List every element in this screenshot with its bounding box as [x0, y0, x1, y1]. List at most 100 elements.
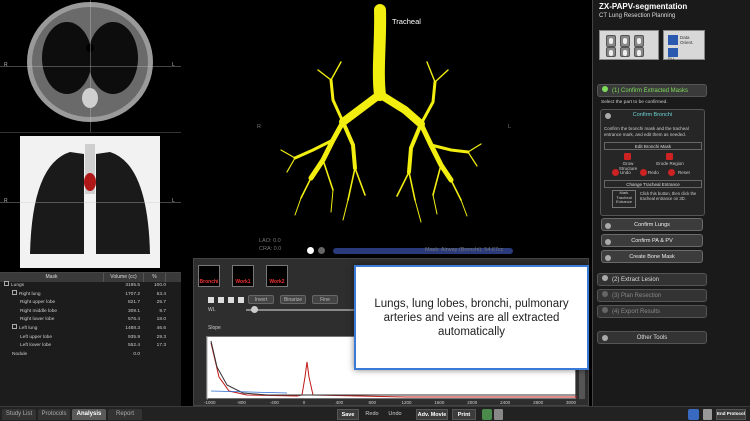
- mask-percent: 9.7: [159, 308, 166, 314]
- grow-structure-icon[interactable]: [624, 153, 631, 160]
- view-layout-icons[interactable]: [599, 30, 659, 60]
- section-plan-resection[interactable]: (3) Plan Resection: [597, 289, 707, 302]
- redo-button[interactable]: Redo: [362, 409, 382, 420]
- slope-label: Slope: [208, 325, 221, 331]
- mask-percent: 18.0: [156, 317, 166, 323]
- reset-icon[interactable]: [668, 169, 675, 176]
- layout-icon[interactable]: [688, 409, 699, 420]
- table-row[interactable]: Right lung 1707.2 53.4: [0, 289, 181, 300]
- mark-entrance-button[interactable]: Mark Tracheal Entrance: [612, 190, 636, 208]
- head-front-icon[interactable]: [606, 47, 616, 57]
- table-row[interactable]: Nodule 0.0: [0, 351, 181, 360]
- screenshot-icon[interactable]: [482, 409, 492, 420]
- confirm-pa-pv-button[interactable]: Confirm PA & PV: [601, 234, 703, 247]
- thumb-bronchi[interactable]: Bronchi: [198, 265, 220, 287]
- x-tick-label: 2000: [467, 400, 478, 405]
- mask-volume: 576.4: [127, 317, 140, 323]
- col-mask: Mask: [0, 273, 104, 282]
- airway-tree-render: [280, 4, 482, 223]
- wl-slider-thumb[interactable]: [251, 306, 258, 313]
- create-bone-mask-button[interactable]: Create Bone Mask: [601, 250, 703, 263]
- mask-volume: 552.4: [127, 343, 140, 349]
- fine-button[interactable]: Fine: [312, 295, 338, 304]
- table-row[interactable]: Left upper lobe 935.9 29.3: [0, 334, 181, 343]
- x-tick-label: 3000: [566, 400, 577, 405]
- settings-icon[interactable]: [703, 409, 712, 420]
- tab-protocols[interactable]: Protocols: [38, 409, 70, 420]
- section-bullet-icon: [602, 86, 608, 93]
- tool-icon-3[interactable]: [228, 297, 234, 303]
- table-row[interactable]: Left lower lobe 552.4 17.3: [0, 342, 181, 351]
- tab-report[interactable]: Report: [108, 409, 142, 420]
- body-side-icon[interactable]: [620, 35, 630, 47]
- mask-volume: 1488.3: [125, 325, 140, 331]
- app-title: ZX-PAPV-segmentation: [599, 2, 688, 11]
- mask-name-cell: Right lung: [0, 289, 112, 300]
- confirm-lungs-button[interactable]: Confirm Lungs: [601, 218, 703, 231]
- save-button[interactable]: Save: [337, 409, 359, 420]
- reset-label[interactable]: Reset: [678, 170, 690, 175]
- tab-analysis[interactable]: Analysis: [72, 409, 106, 420]
- mask-percent: 100.0: [153, 283, 166, 288]
- undo-label[interactable]: Undo: [620, 170, 631, 175]
- tool-icon-1[interactable]: [208, 297, 214, 303]
- bone-bullet-icon: [605, 255, 611, 261]
- mask-table-body: Lungs 3195.5 100.0 Right lung 1707.2 53.4 Righ…: [0, 281, 181, 360]
- head-back-icon[interactable]: [634, 47, 644, 57]
- table-row[interactable]: Left lung 1488.3 46.6: [0, 324, 181, 334]
- mask-percent: 17.3: [156, 343, 166, 349]
- table-row[interactable]: Right middle lobe 309.1 9.7: [0, 308, 181, 317]
- invert-button[interactable]: Invert: [248, 295, 274, 304]
- redo-icon[interactable]: [640, 169, 647, 176]
- orient-icons[interactable]: Data Orient. FILL: [663, 30, 705, 61]
- section-confirm-masks[interactable]: (1) Confirm Extracted Masks: [597, 84, 707, 97]
- thumb-work2[interactable]: Work2: [266, 265, 288, 287]
- 3d-airway-view[interactable]: Tracheal R L LAO: 0.0 CRA: 0.0 Mask: Air…: [183, 0, 589, 256]
- head-side-icon[interactable]: [620, 47, 630, 57]
- erode-region-icon[interactable]: [666, 153, 673, 160]
- coronal-l-label: L: [172, 198, 175, 204]
- end-protocol-button[interactable]: End Protocol: [716, 409, 746, 420]
- trash-icon[interactable]: [494, 409, 503, 420]
- tool-icon-2[interactable]: [218, 297, 224, 303]
- confirm-bronchi-button[interactable]: Confirm Bronchi: [603, 110, 702, 121]
- thumb-work1[interactable]: Work1: [232, 265, 254, 287]
- section-export-results[interactable]: (4) Export Results: [597, 305, 707, 318]
- mask-table[interactable]: Mask Volume (cc) % Lungs 3195.5 100.0 Right…: [0, 272, 181, 406]
- mask-name: Right upper lobe: [20, 300, 56, 306]
- tab-study-list[interactable]: Study List: [2, 409, 36, 420]
- body-back-icon[interactable]: [634, 35, 644, 47]
- adv-movie-button[interactable]: Adv. Movie: [416, 409, 448, 420]
- wl-slider[interactable]: [246, 309, 356, 311]
- table-row[interactable]: Right lower lobe 576.4 18.0: [0, 316, 181, 325]
- axial-l-label: L: [172, 62, 175, 68]
- mask-name: Left upper lobe: [20, 334, 53, 340]
- fill-icon[interactable]: [668, 48, 678, 57]
- other-tools-button[interactable]: Other Tools: [597, 331, 707, 344]
- undo-icon[interactable]: [612, 169, 619, 176]
- print-button[interactable]: Print: [452, 409, 476, 420]
- view-dot[interactable]: [318, 247, 325, 254]
- section-extract-lesion[interactable]: (2) Extract Lesion: [597, 273, 707, 286]
- undo-button[interactable]: Undo: [384, 409, 406, 420]
- x-tick-label: 2400: [500, 400, 511, 405]
- expand-toggle-icon[interactable]: [12, 324, 17, 330]
- x-tick-label: 2800: [533, 400, 544, 405]
- mask-name: Right lung: [19, 291, 41, 297]
- section-extract-lesion-label: (2) Extract Lesion: [612, 277, 660, 283]
- data-orient-icon[interactable]: [668, 35, 678, 45]
- binarize-button[interactable]: Binarize: [280, 295, 306, 304]
- coronal-view[interactable]: R L: [0, 134, 181, 270]
- mask-name: Left lower lobe: [20, 343, 52, 349]
- erode-region-label[interactable]: Erode Region: [656, 161, 684, 166]
- redo-label[interactable]: Redo: [648, 170, 659, 175]
- view-dot-active[interactable]: [307, 247, 314, 254]
- expand-toggle-icon[interactable]: [12, 289, 17, 295]
- body-front-icon[interactable]: [606, 35, 616, 47]
- table-row[interactable]: Lungs 3195.5 100.0: [0, 281, 181, 291]
- axial-view[interactable]: R L: [0, 0, 181, 133]
- section-export-results-label: (4) Export Results: [612, 309, 661, 315]
- expand-toggle-icon[interactable]: [4, 281, 9, 287]
- tool-icon-4[interactable]: [238, 297, 244, 303]
- table-row[interactable]: Right upper lobe 821.7 25.7: [0, 299, 181, 308]
